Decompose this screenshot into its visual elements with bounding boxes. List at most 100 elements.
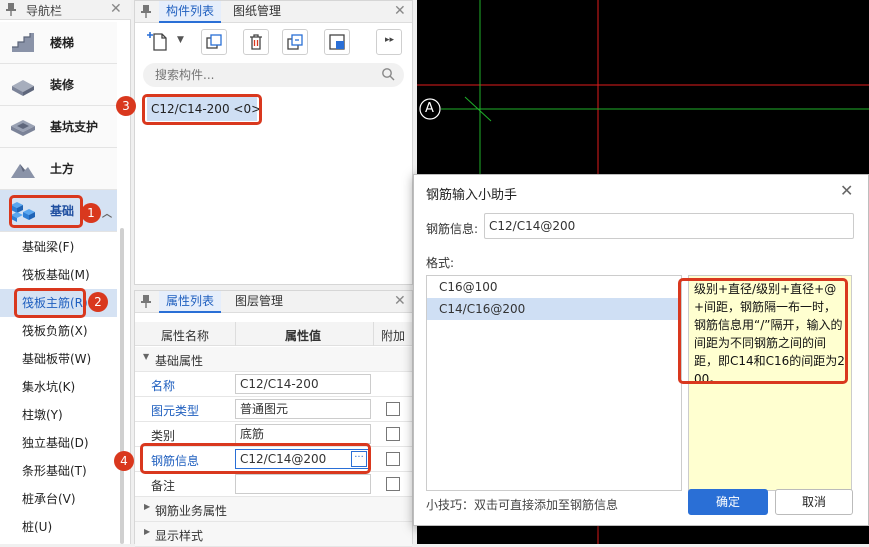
attach-checkbox[interactable]	[386, 452, 400, 466]
property-value-input[interactable]	[235, 474, 371, 494]
group-basic-properties[interactable]: ▼ 基础属性	[135, 347, 412, 372]
step-badge: 1	[81, 203, 101, 223]
property-list-panel: 属性列表 图层管理 ✕ 属性名称 属性值 附加 ▼ 基础属性 名称 C12/C1…	[134, 290, 413, 547]
tab-layer-management[interactable]: 图层管理	[235, 291, 283, 313]
nav-category-decoration[interactable]: 装修	[0, 64, 117, 106]
rebar-input-helper-dialog: 钢筋输入小助手 ✕ 钢筋信息: C12/C14@200 格式: C16@100 …	[413, 174, 869, 526]
dialog-title: 钢筋输入小助手	[426, 188, 518, 203]
nav-item-foundation-beam[interactable]: 基础梁(F)	[0, 233, 117, 261]
close-icon[interactable]: ✕	[840, 181, 853, 200]
nav-item-column-pier[interactable]: 柱墩(Y)	[0, 401, 117, 429]
more-toolbar-button[interactable]: ▸▸	[376, 29, 402, 55]
nav-scrollbar[interactable]	[120, 228, 124, 544]
nav-title: 导航栏	[26, 4, 63, 18]
nav-category-label: 楼梯	[50, 36, 75, 50]
property-value-input[interactable]: 底筋	[235, 424, 371, 444]
tip-text: 小技巧：双击可直接添加至钢筋信息	[426, 498, 619, 512]
close-icon[interactable]: ✕	[394, 3, 406, 19]
group-label: 钢筋业务属性	[155, 504, 228, 518]
property-value-input[interactable]: C12/C14-200	[235, 374, 371, 394]
step-badge: 4	[114, 451, 134, 471]
group-display-style[interactable]: ▶ 显示样式	[135, 522, 412, 547]
extract-component-button[interactable]	[324, 29, 350, 55]
group-rebar-business[interactable]: ▶ 钢筋业务属性	[135, 497, 412, 522]
collapse-icon[interactable]: ▼	[143, 352, 149, 361]
highlight-box	[9, 195, 83, 228]
nav-item-strip-foundation[interactable]: 条形基础(T)	[0, 457, 117, 485]
dropdown-arrow-icon[interactable]: ▼	[177, 35, 184, 45]
navigation-panel: 导航栏 ✕ 楼梯 装修 基坑支护 土方 基础 ︿ 基础梁(F) 筏板基础(M) …	[0, 0, 131, 544]
highlight-box	[678, 278, 848, 384]
pin-icon[interactable]	[141, 295, 151, 311]
nav-category-earthwork[interactable]: 土方	[0, 148, 117, 190]
property-name: 图元类型	[151, 404, 200, 418]
property-tabbar: 属性列表 图层管理 ✕	[135, 291, 412, 313]
earthwork-icon	[10, 158, 36, 180]
component-search-box[interactable]	[143, 63, 404, 87]
pin-icon[interactable]	[141, 5, 151, 21]
format-list: C16@100 C14/C16@200	[426, 275, 682, 491]
search-input[interactable]	[155, 66, 375, 84]
format-option[interactable]: C16@100	[427, 276, 681, 298]
copy-to-floor-button[interactable]	[282, 29, 308, 55]
nav-item-pile-cap[interactable]: 桩承台(V)	[0, 485, 117, 513]
expand-icon[interactable]: ▶	[144, 527, 150, 536]
property-row: 图元类型 普通图元	[135, 397, 412, 422]
step-badge: 3	[116, 96, 136, 116]
property-name: 备注	[151, 479, 176, 493]
attach-checkbox[interactable]	[386, 477, 400, 491]
tab-component-list[interactable]: 构件列表	[159, 1, 221, 23]
nav-category-pit-support[interactable]: 基坑支护	[0, 106, 117, 148]
component-list-panel: 构件列表 图纸管理 ✕ ▼ ▸▸ C12/C14-200 <0>	[134, 0, 413, 285]
ok-button[interactable]: 确定	[688, 489, 768, 515]
cancel-button[interactable]: 取消	[775, 489, 853, 515]
nav-item-foundation-strip[interactable]: 基础板带(W)	[0, 345, 117, 373]
expand-icon[interactable]: ▶	[144, 502, 150, 511]
property-value-input[interactable]: 普通图元	[235, 399, 371, 419]
nav-item-pile[interactable]: 桩(U)	[0, 513, 117, 541]
axis-label: A	[425, 101, 434, 116]
highlight-box	[14, 288, 86, 318]
pin-icon[interactable]	[6, 3, 16, 16]
format-option[interactable]: C14/C16@200	[427, 298, 681, 320]
nav-category-label: 基坑支护	[50, 120, 99, 134]
nav-category-label: 装修	[50, 78, 75, 92]
component-tabbar: 构件列表 图纸管理 ✕	[135, 1, 412, 23]
rebar-info-label: 钢筋信息:	[426, 222, 479, 236]
step-badge: 2	[88, 292, 108, 312]
new-component-button[interactable]	[147, 29, 173, 55]
chevron-up-icon: ︿	[102, 209, 112, 220]
property-row: 备注	[135, 472, 412, 497]
header-property-name: 属性名称	[161, 329, 210, 343]
nav-item-raft-foundation[interactable]: 筏板基础(M)	[0, 261, 117, 289]
attach-checkbox[interactable]	[386, 427, 400, 441]
format-label: 格式:	[426, 256, 455, 270]
nav-header: 导航栏 ✕	[0, 0, 131, 20]
property-row: 名称 C12/C14-200	[135, 372, 412, 397]
nav-item-sump-pit[interactable]: 集水坑(K)	[0, 373, 117, 401]
nav-category-stairs[interactable]: 楼梯	[0, 22, 117, 64]
attach-checkbox[interactable]	[386, 402, 400, 416]
header-attach: 附加	[381, 329, 406, 343]
search-icon[interactable]	[381, 67, 395, 84]
header-property-value: 属性值	[285, 329, 322, 343]
close-icon[interactable]: ✕	[394, 293, 406, 309]
highlight-box	[142, 94, 262, 125]
property-name: 名称	[151, 379, 176, 393]
stairs-icon	[10, 32, 36, 54]
nav-item-isolated-foundation[interactable]: 独立基础(D)	[0, 429, 117, 457]
rebar-info-input[interactable]: C12/C14@200	[484, 213, 854, 239]
nav-item-raft-negative-rebar[interactable]: 筏板负筋(X)	[0, 317, 117, 345]
group-label: 显示样式	[155, 529, 204, 543]
decoration-icon	[10, 74, 36, 96]
property-name: 类别	[151, 429, 176, 443]
property-table-header: 属性名称 属性值 附加	[135, 322, 412, 346]
delete-component-button[interactable]	[243, 29, 269, 55]
tab-drawing-management[interactable]: 图纸管理	[233, 1, 281, 23]
highlight-box	[140, 443, 371, 474]
close-icon[interactable]: ✕	[110, 1, 122, 17]
group-label: 基础属性	[155, 354, 204, 368]
tab-property-list[interactable]: 属性列表	[159, 291, 221, 313]
pit-support-icon	[10, 116, 36, 138]
copy-component-button[interactable]	[201, 29, 227, 55]
